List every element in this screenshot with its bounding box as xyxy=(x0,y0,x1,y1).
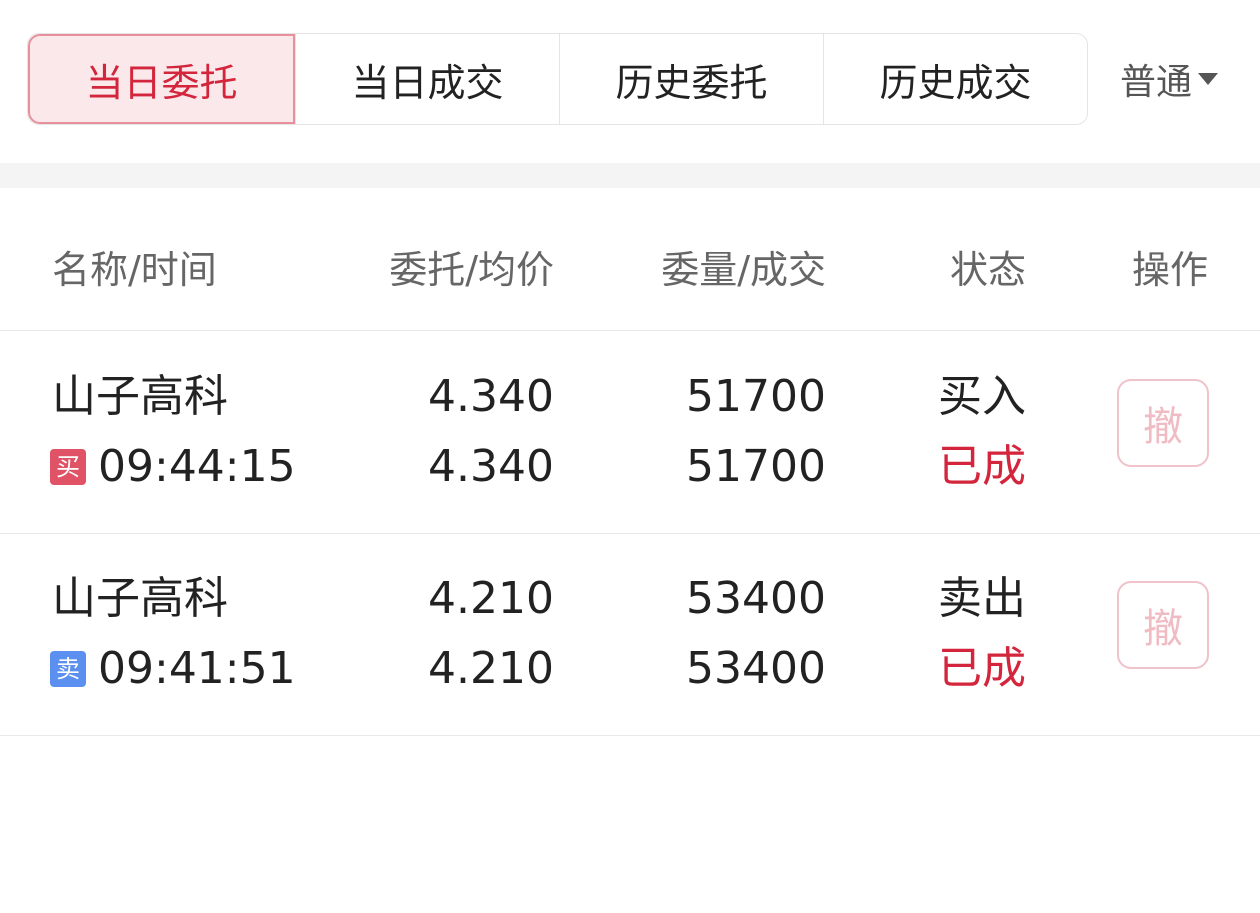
stock-name: 山子高科 xyxy=(52,573,228,624)
order-tab-bar: 当日委托 当日成交 历史委托 历史成交 普通 xyxy=(0,0,1260,163)
cancel-order-button[interactable]: 撤 xyxy=(1117,581,1209,669)
header-operation: 操作 xyxy=(1131,248,1208,292)
stock-name: 山子高科 xyxy=(52,371,228,422)
cancel-order-button[interactable]: 撤 xyxy=(1117,379,1209,467)
average-price: 4.340 xyxy=(428,441,554,492)
order-time: 09:44:15 xyxy=(98,441,296,492)
order-row[interactable]: 山子高科 卖 09:41:51 4.210 4.210 53400 53400 … xyxy=(0,534,1260,736)
average-price: 4.210 xyxy=(428,643,554,694)
order-price: 4.340 xyxy=(428,371,554,422)
order-tabs: 当日委托 当日成交 历史委托 历史成交 xyxy=(27,33,1088,125)
header-status: 状态 xyxy=(949,248,1026,292)
order-time-line: 买 09:44:15 xyxy=(50,440,296,494)
section-divider xyxy=(0,163,1260,188)
order-status: 已成 xyxy=(938,441,1026,492)
buy-badge: 买 xyxy=(50,449,86,485)
order-direction: 卖出 xyxy=(938,573,1026,624)
header-price: 委托/均价 xyxy=(389,248,554,292)
order-price: 4.210 xyxy=(428,573,554,624)
filled-quantity: 51700 xyxy=(686,441,826,492)
header-name-time: 名称/时间 xyxy=(52,248,217,292)
order-quantity: 53400 xyxy=(686,573,826,624)
account-mode-dropdown[interactable]: 普通 xyxy=(1120,55,1219,103)
order-row[interactable]: 山子高科 买 09:44:15 4.340 4.340 51700 51700 … xyxy=(0,332,1260,534)
caret-down-icon xyxy=(1198,73,1219,85)
tab-today-orders[interactable]: 当日委托 xyxy=(28,34,295,124)
sell-badge: 卖 xyxy=(50,651,86,687)
tab-today-trades[interactable]: 当日成交 xyxy=(295,34,559,124)
tab-history-orders[interactable]: 历史委托 xyxy=(559,34,823,124)
table-header: 名称/时间 委托/均价 委量/成交 状态 操作 xyxy=(0,188,1260,331)
filled-quantity: 53400 xyxy=(686,643,826,694)
header-quantity: 委量/成交 xyxy=(661,248,826,292)
order-quantity: 51700 xyxy=(686,371,826,422)
account-mode-label: 普通 xyxy=(1120,62,1193,103)
order-status: 已成 xyxy=(938,643,1026,694)
tab-history-trades[interactable]: 历史成交 xyxy=(823,34,1087,124)
order-time-line: 卖 09:41:51 xyxy=(50,642,296,696)
order-direction: 买入 xyxy=(938,371,1026,422)
order-time: 09:41:51 xyxy=(98,643,296,694)
